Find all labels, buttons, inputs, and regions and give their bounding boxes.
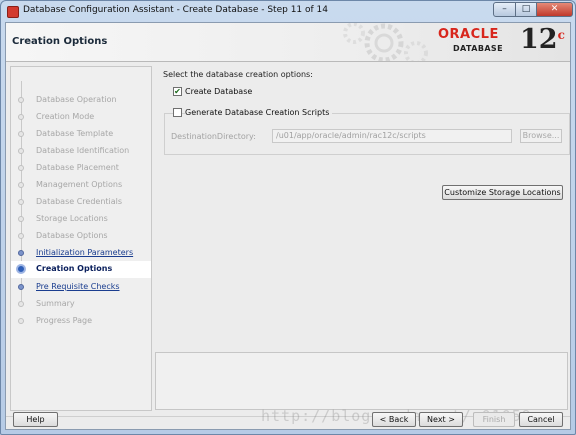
step-dot-icon	[18, 233, 24, 239]
step-dot-icon	[18, 131, 24, 137]
steps-navigation: Database Operation Creation Mode Databas…	[10, 66, 152, 411]
step-prerequisite-checks[interactable]: Pre Requisite Checks	[11, 279, 151, 296]
gears-decoration-icon	[343, 23, 428, 61]
header-banner: Creation Options ORACLE DATABASE 12c	[6, 23, 570, 62]
options-prompt: Select the database creation options:	[163, 70, 313, 79]
app-icon	[7, 6, 19, 18]
step-progress-page: Progress Page	[11, 313, 151, 330]
create-database-label[interactable]: Create Database	[185, 87, 252, 96]
step-dot-icon	[18, 148, 24, 154]
page-title: Creation Options	[12, 36, 108, 47]
generate-scripts-checkbox[interactable]	[173, 108, 182, 117]
window-title: Database Configuration Assistant - Creat…	[23, 5, 329, 15]
step-storage-locations: Storage Locations	[11, 211, 151, 228]
step-dot-icon	[18, 250, 24, 256]
next-button[interactable]: Next >	[419, 412, 463, 427]
current-step-icon	[16, 264, 26, 274]
cancel-button[interactable]: Cancel	[519, 412, 563, 427]
step-dot-icon	[18, 97, 24, 103]
step-summary: Summary	[11, 296, 151, 313]
main-panel: Select the database creation options: ✔ …	[158, 66, 570, 366]
version-logo: 12c	[520, 24, 565, 55]
customize-storage-locations-button[interactable]: Customize Storage Locations	[442, 185, 563, 200]
step-database-operation: Database Operation	[11, 92, 151, 109]
app-window: Database Configuration Assistant - Creat…	[0, 0, 576, 435]
title-bar[interactable]: Database Configuration Assistant - Creat…	[1, 1, 575, 21]
step-dot-icon	[18, 301, 24, 307]
step-dot-icon	[18, 216, 24, 222]
scripts-group: DestinationDirectory: /u01/app/oracle/ad…	[164, 113, 570, 155]
step-database-placement: Database Placement	[11, 160, 151, 177]
finish-button[interactable]: Finish	[473, 412, 515, 427]
step-database-options: Database Options	[11, 228, 151, 245]
step-database-identification: Database Identification	[11, 143, 151, 160]
step-dot-icon	[18, 318, 24, 324]
oracle-logo: ORACLE	[438, 27, 499, 42]
step-creation-mode: Creation Mode	[11, 109, 151, 126]
step-creation-options: Creation Options	[11, 261, 151, 278]
step-dot-icon	[18, 284, 24, 290]
step-management-options: Management Options	[11, 177, 151, 194]
generate-scripts-label[interactable]: Generate Database Creation Scripts	[185, 108, 333, 117]
dialog-body: Creation Options ORACLE DATABASE 12c Dat…	[5, 22, 571, 430]
maximize-button[interactable]: □	[515, 2, 537, 17]
destination-directory-input[interactable]: /u01/app/oracle/admin/rac12c/scripts	[272, 129, 512, 143]
step-dot-icon	[18, 182, 24, 188]
browse-button[interactable]: Browse...	[520, 129, 562, 143]
step-initialization-parameters[interactable]: Initialization Parameters	[11, 245, 151, 262]
messages-panel	[155, 352, 568, 410]
help-button[interactable]: Help	[13, 412, 58, 427]
step-dot-icon	[18, 199, 24, 205]
create-database-checkbox[interactable]: ✔	[173, 87, 182, 96]
close-button[interactable]: ✕	[536, 2, 573, 17]
step-dot-icon	[18, 114, 24, 120]
back-button[interactable]: < Back	[372, 412, 416, 427]
minimize-button[interactable]: –	[493, 2, 516, 17]
step-database-template: Database Template	[11, 126, 151, 143]
database-logo-text: DATABASE	[453, 44, 503, 53]
step-database-credentials: Database Credentials	[11, 194, 151, 211]
destination-directory-label: DestinationDirectory:	[171, 132, 256, 141]
step-dot-icon	[18, 165, 24, 171]
